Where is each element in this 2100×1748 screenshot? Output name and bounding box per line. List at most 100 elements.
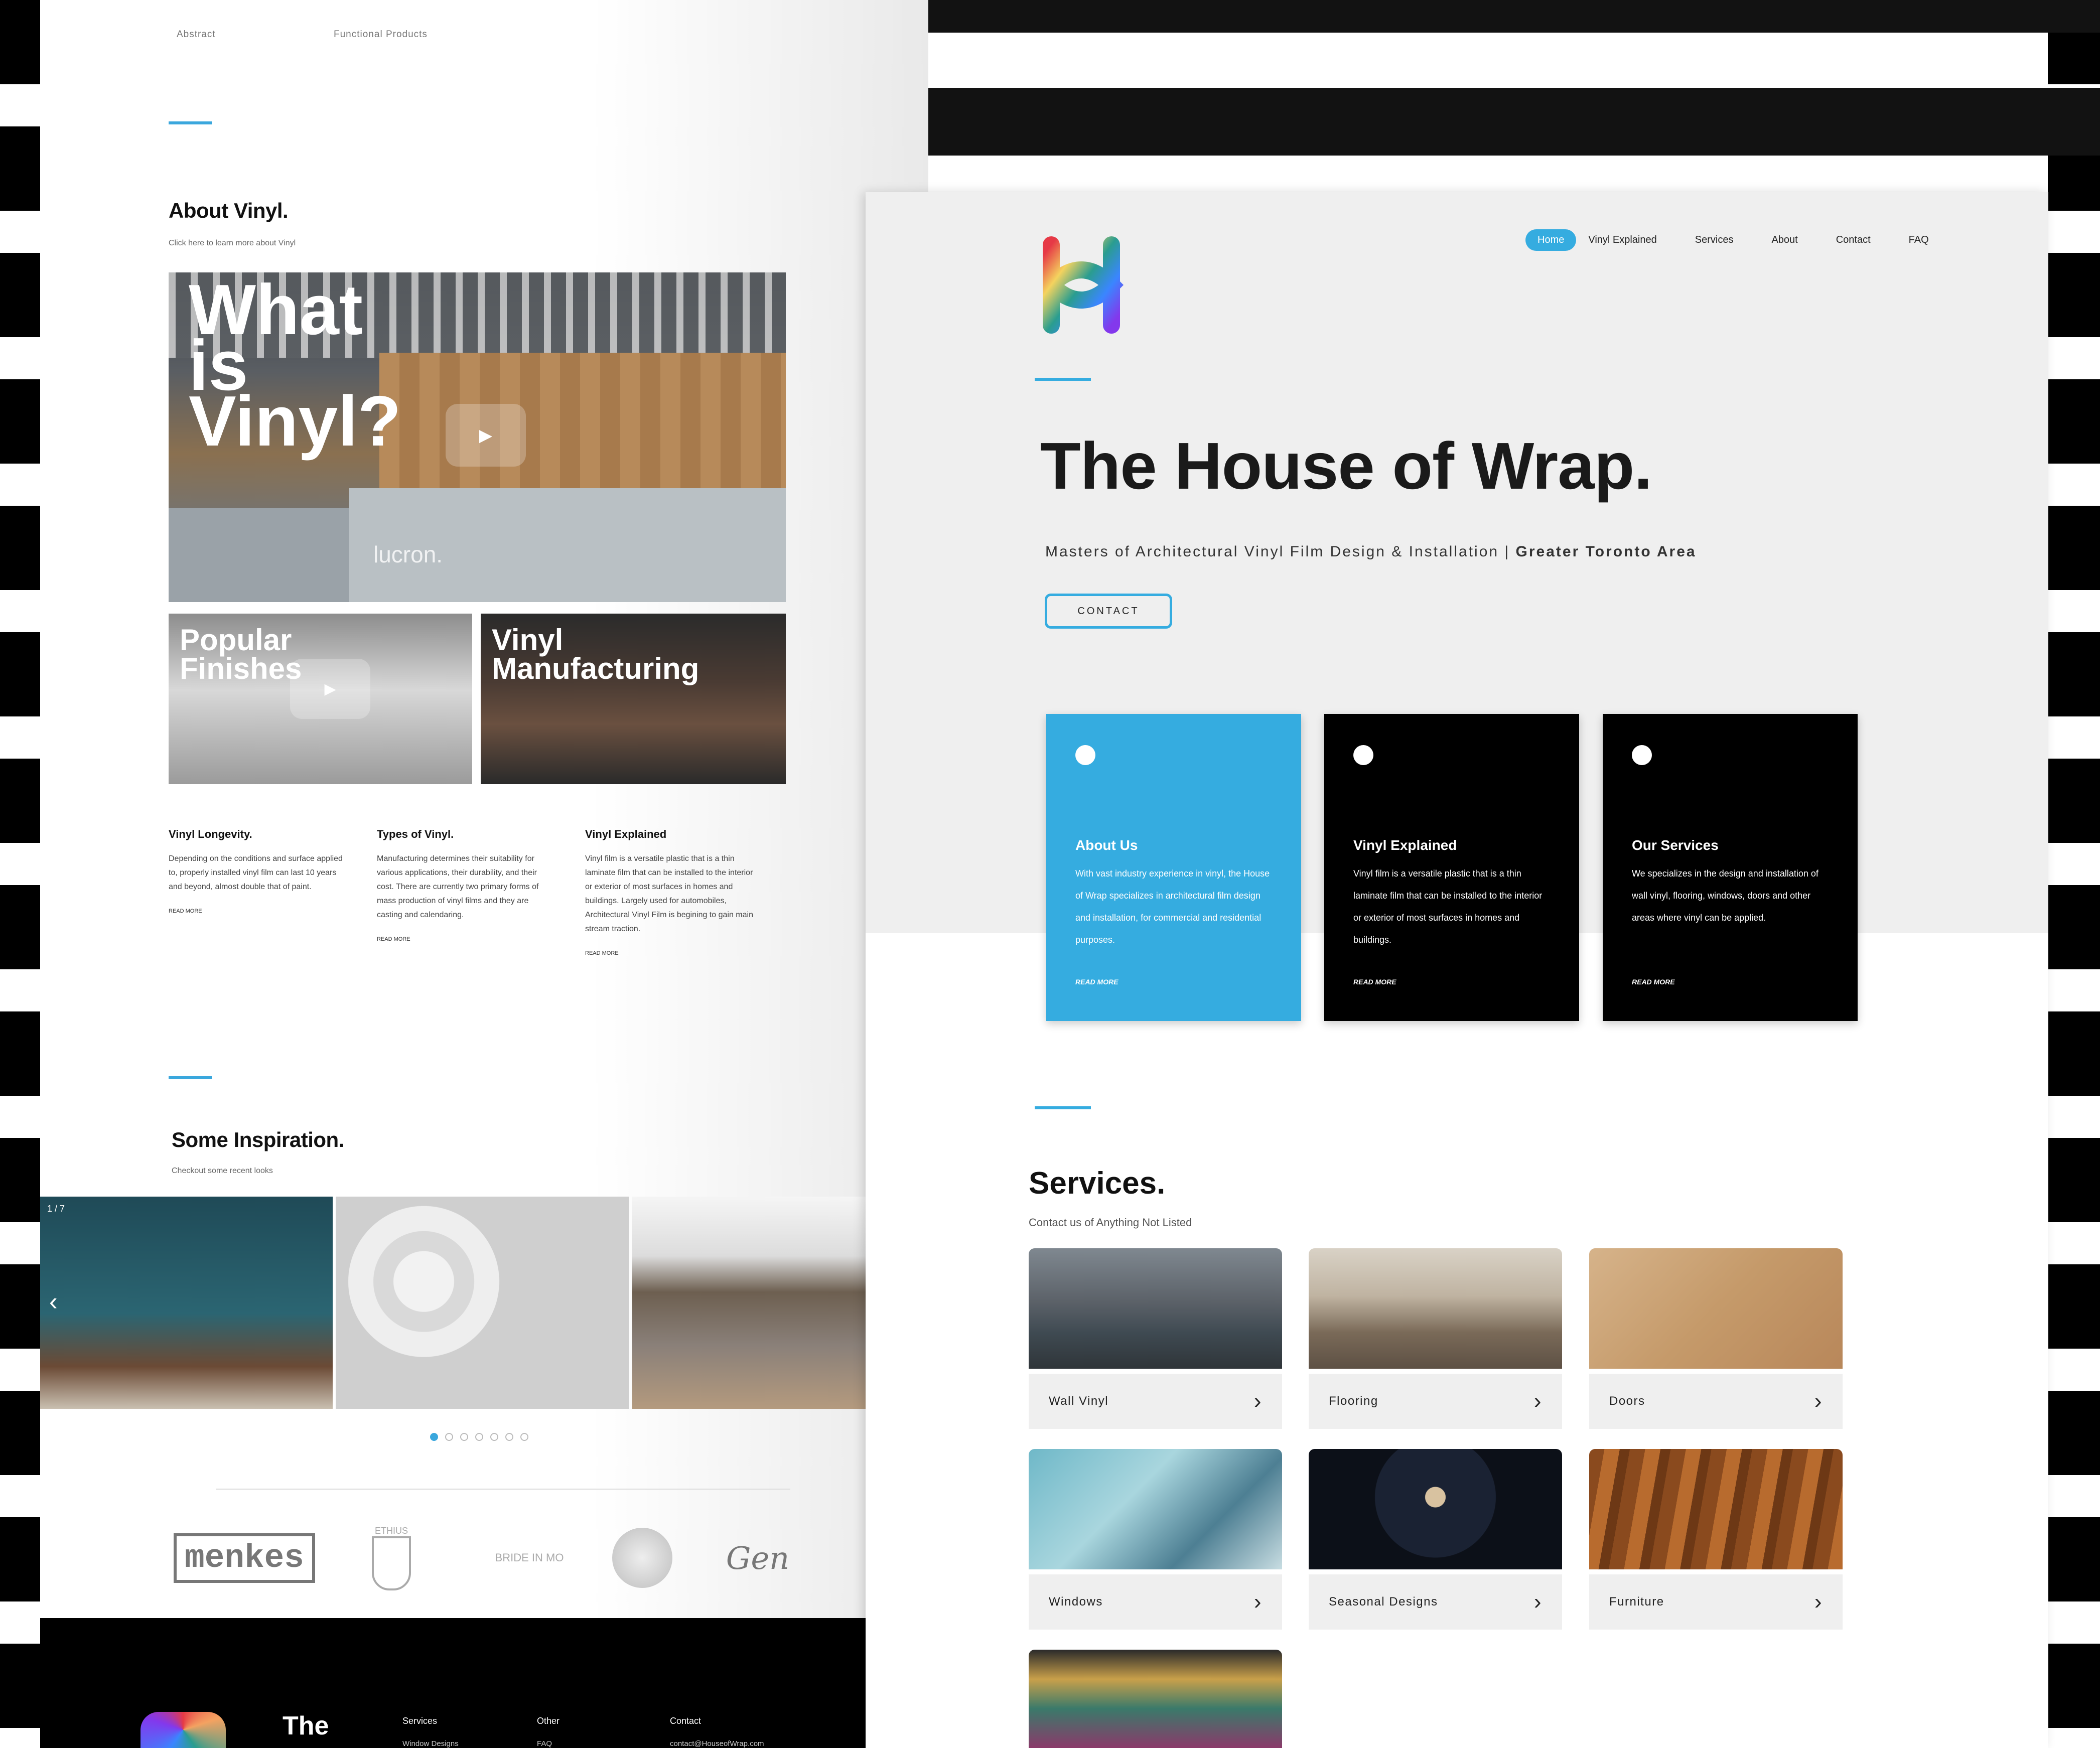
card-vinyl-explained[interactable]: Vinyl Explained Vinyl film is a versatil… (1324, 714, 1579, 1021)
info-body: Vinyl film is a versatile plastic that i… (585, 854, 753, 933)
inspiration-title: Some Inspiration. (172, 1128, 344, 1151)
info-body: Depending on the conditions and surface … (169, 854, 343, 891)
services-accent-line (1035, 1106, 1091, 1109)
footer-column-title: Services (402, 1716, 438, 1726)
play-button[interactable]: ▶ (290, 659, 370, 719)
service-card-windows[interactable]: Windows › (1029, 1449, 1282, 1630)
read-more-link[interactable]: READ MORE (1075, 978, 1118, 986)
service-link[interactable]: Seasonal Designs › (1309, 1574, 1562, 1630)
info-column-types: Types of Vinyl. Manufacturing determines… (377, 828, 552, 943)
service-image (1589, 1248, 1843, 1369)
read-more-link[interactable]: READ MORE (377, 936, 410, 942)
background-stripes-left (0, 0, 40, 1748)
service-link[interactable]: Windows › (1029, 1574, 1282, 1630)
service-card-wall-vinyl[interactable]: Wall Vinyl › (1029, 1248, 1282, 1429)
popular-finishes-video[interactable]: Popular Finishes ▶ (169, 614, 472, 784)
service-card-partial[interactable] (1029, 1650, 1282, 1748)
main-nav: Home Vinyl Explained Services About Cont… (1525, 229, 1941, 251)
service-link[interactable]: Doors › (1589, 1374, 1843, 1429)
carousel-image[interactable] (40, 1197, 333, 1409)
read-more-link[interactable]: READ MORE (1632, 978, 1675, 986)
vinyl-manufacturing-tile[interactable]: Vinyl Manufacturing (481, 614, 786, 784)
hero-title: The House of Wrap. (1040, 429, 1652, 503)
service-card-furniture[interactable]: Furniture › (1589, 1449, 1843, 1630)
partner-logo-ethius[interactable]: ETHIUS (361, 1520, 422, 1595)
services-subtitle: Contact us of Anything Not Listed (1029, 1216, 1192, 1229)
service-image (1309, 1449, 1562, 1569)
play-button[interactable]: ▶ (446, 404, 526, 467)
service-card-flooring[interactable]: Flooring › (1309, 1248, 1562, 1429)
info-heading: Types of Vinyl. (377, 828, 454, 840)
circle-icon (1632, 745, 1652, 765)
footer-column-title: Contact (670, 1716, 702, 1726)
left-page-mockup: Abstract Functional Products About Vinyl… (40, 0, 928, 1748)
footer-brand-text: The (283, 1711, 329, 1740)
service-image (1029, 1449, 1282, 1569)
what-is-vinyl-video[interactable]: What is Vinyl? lucron. ▶ (169, 272, 786, 602)
service-card-seasonal-designs[interactable]: Seasonal Designs › (1309, 1449, 1562, 1630)
about-vinyl-subtitle[interactable]: Click here to learn more about Vinyl (169, 239, 296, 248)
service-link[interactable]: Wall Vinyl › (1029, 1374, 1282, 1429)
carousel-dot[interactable] (520, 1433, 528, 1441)
card-title: Our Services (1632, 837, 1719, 853)
info-column-longevity: Vinyl Longevity. Depending on the condit… (169, 828, 344, 915)
info-heading: Vinyl Explained (585, 828, 667, 840)
read-more-link[interactable]: READ MORE (1353, 978, 1396, 986)
house-of-wrap-logo[interactable] (1036, 235, 1127, 335)
service-card-doors[interactable]: Doors › (1589, 1248, 1843, 1429)
footer-link[interactable]: contact@HouseofWrap.com (670, 1739, 764, 1748)
inspiration-carousel[interactable]: 1 / 7 ‹ (40, 1197, 866, 1409)
service-image (1309, 1248, 1562, 1369)
wood-wall-image-detail (379, 353, 786, 503)
carousel-dot[interactable] (430, 1433, 438, 1441)
read-more-link[interactable]: READ MORE (169, 908, 202, 914)
service-link[interactable]: Furniture › (1589, 1574, 1843, 1630)
category-label[interactable]: Functional Products (334, 29, 428, 40)
category-label[interactable]: Abstract (177, 29, 216, 40)
footer-logo[interactable] (141, 1712, 226, 1748)
contact-button[interactable]: CONTACT (1045, 594, 1172, 629)
carousel-dot[interactable] (445, 1433, 453, 1441)
background-bar-middle (928, 88, 2100, 156)
circle-icon (1075, 745, 1095, 765)
info-heading: Vinyl Longevity. (169, 828, 252, 840)
carousel-dot[interactable] (490, 1433, 498, 1441)
carousel-image[interactable] (632, 1197, 866, 1409)
carousel-image[interactable] (336, 1197, 629, 1409)
nav-item-contact[interactable]: Contact (1824, 229, 1883, 251)
footer-column-contact: Contact contact@HouseofWrap.com (670, 1716, 764, 1748)
chevron-right-icon: › (1533, 1589, 1542, 1614)
carousel-counter: 1 / 7 (47, 1204, 65, 1214)
brand-watermark: lucron. (373, 541, 443, 567)
chevron-right-icon: › (1814, 1389, 1823, 1413)
footer-link[interactable]: Window Designs (402, 1739, 459, 1748)
partner-logo-gen[interactable]: Gen (713, 1520, 803, 1595)
services-title: Services. (1029, 1166, 1166, 1201)
card-our-services[interactable]: Our Services We specializes in the desig… (1603, 714, 1858, 1021)
footer-link[interactable]: FAQ (537, 1739, 559, 1748)
partner-logo-menkes[interactable]: menkes (172, 1520, 317, 1595)
hero-subtitle: Masters of Architectural Vinyl Film Desi… (1045, 543, 1697, 560)
carousel-dot[interactable] (505, 1433, 513, 1441)
carousel-dot[interactable] (475, 1433, 483, 1441)
card-about-us[interactable]: About Us With vast industry experience i… (1046, 714, 1301, 1021)
nav-item-faq[interactable]: FAQ (1897, 229, 1941, 251)
chevron-left-icon[interactable]: ‹ (49, 1287, 58, 1316)
nav-item-services[interactable]: Services (1683, 229, 1746, 251)
nav-item-home[interactable]: Home (1525, 229, 1577, 251)
service-image (1029, 1650, 1282, 1748)
partner-logo-round[interactable] (605, 1520, 680, 1595)
nav-item-about[interactable]: About (1759, 229, 1809, 251)
spartan-helmet-icon (372, 1536, 411, 1590)
footer-column-title: Other (537, 1716, 560, 1726)
carousel-dot[interactable] (460, 1433, 468, 1441)
read-more-link[interactable]: READ MORE (585, 950, 619, 956)
service-image (1589, 1449, 1843, 1569)
round-logo-icon (612, 1528, 672, 1588)
nav-item-vinyl-explained[interactable]: Vinyl Explained (1576, 229, 1668, 251)
info-column-explained: Vinyl Explained Vinyl film is a versatil… (585, 828, 761, 957)
card-title: About Us (1075, 837, 1138, 853)
partner-logo-bride[interactable]: BRIDE IN MO (457, 1520, 602, 1595)
floor-image-detail (169, 508, 379, 602)
service-link[interactable]: Flooring › (1309, 1374, 1562, 1429)
